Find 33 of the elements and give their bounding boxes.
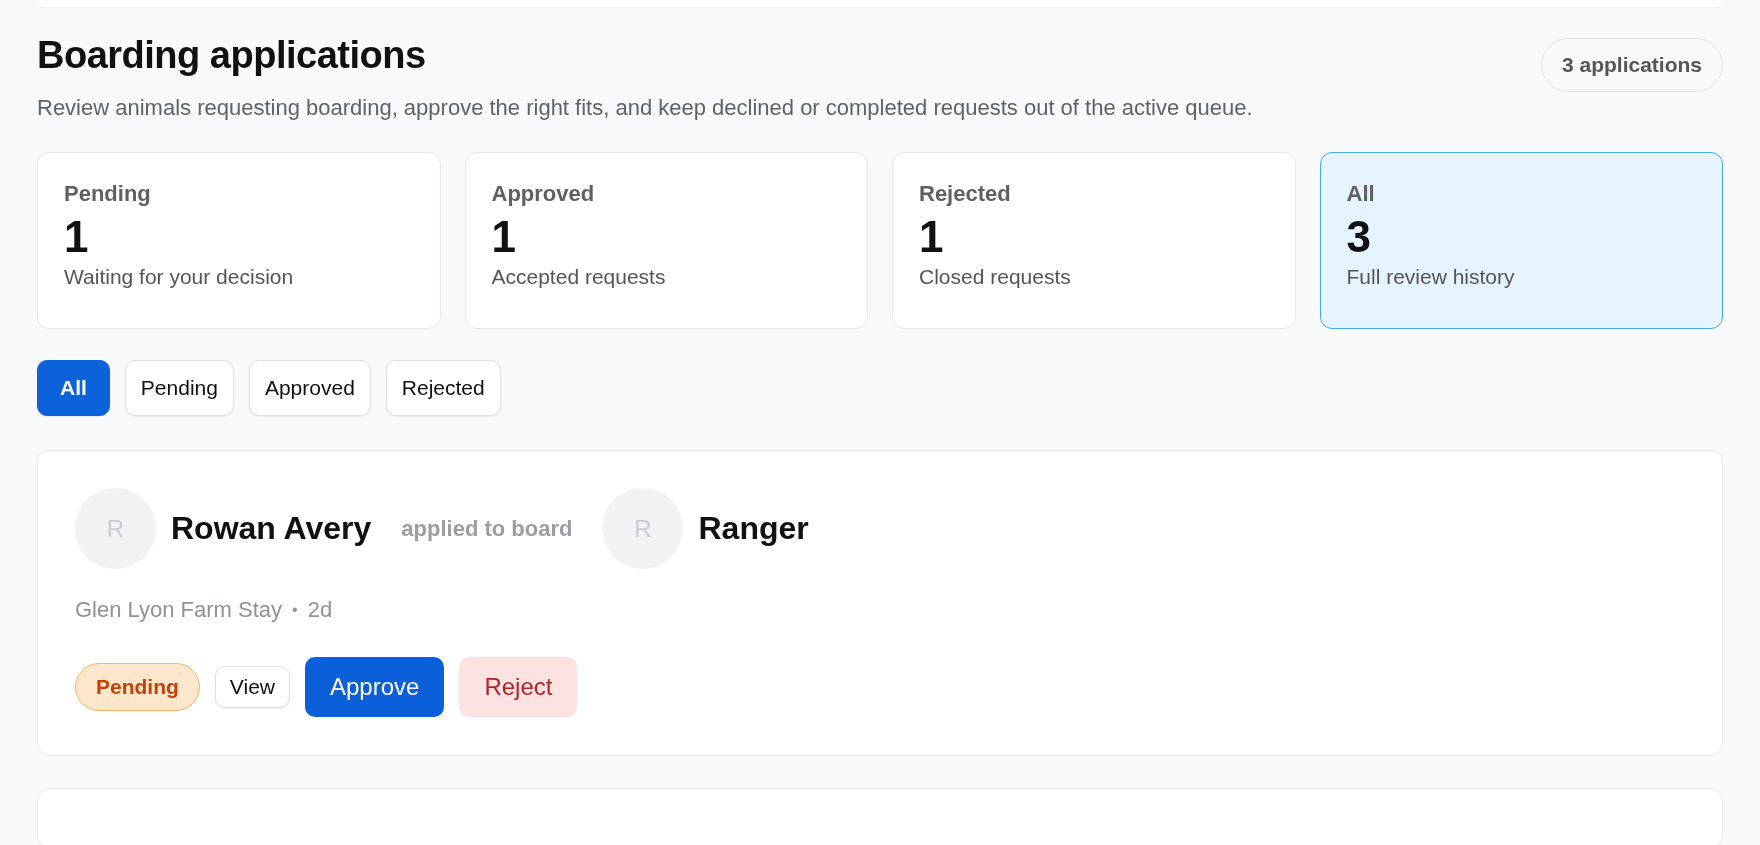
stat-label: Rejected: [919, 181, 1011, 207]
stat-label: All: [1346, 181, 1375, 207]
stat-card[interactable]: Approved 1 Accepted requests: [464, 152, 868, 329]
page-description: Review animals requesting boarding, approve the right fits, and keep declined or completed requests out of the active queue.: [37, 94, 1253, 122]
connector-text: applied to board: [401, 515, 573, 542]
stat-value: 1: [919, 211, 944, 263]
stat-caption: Closed requests: [919, 265, 1071, 289]
animal-name: Ranger: [698, 510, 809, 547]
filter-tab[interactable]: Approved: [248, 360, 371, 416]
view-button[interactable]: View: [214, 666, 290, 708]
stat-caption: Waiting for your decision: [64, 265, 294, 289]
age-text: 2d: [307, 597, 333, 623]
filter-tab[interactable]: Pending: [124, 360, 234, 416]
stat-value: 3: [1346, 211, 1371, 263]
status-badge: Pending: [75, 663, 200, 711]
location-text: Glen Lyon Farm Stay: [75, 597, 283, 623]
applicant-name: Rowan Avery: [171, 510, 372, 547]
stat-caption: Accepted requests: [491, 265, 666, 289]
stat-value: 1: [64, 211, 89, 263]
page-title: Boarding applications: [37, 34, 427, 77]
stat-card[interactable]: All 3 Full review history: [1319, 152, 1723, 329]
reject-button[interactable]: Reject: [459, 657, 578, 717]
stat-value: 1: [491, 211, 516, 263]
filter-tab[interactable]: Rejected: [385, 360, 501, 416]
count-badge: 3 applications: [1540, 38, 1723, 92]
stat-card[interactable]: Rejected 1 Closed requests: [892, 152, 1296, 329]
stat-caption: Full review history: [1346, 265, 1515, 289]
stat-card[interactable]: Pending 1 Waiting for your decision: [37, 152, 441, 329]
stat-label: Pending: [64, 181, 151, 207]
stat-label: Approved: [491, 181, 595, 207]
approve-button[interactable]: Approve: [305, 657, 445, 717]
filter-tab[interactable]: All: [37, 360, 110, 416]
separator: •: [292, 601, 298, 619]
